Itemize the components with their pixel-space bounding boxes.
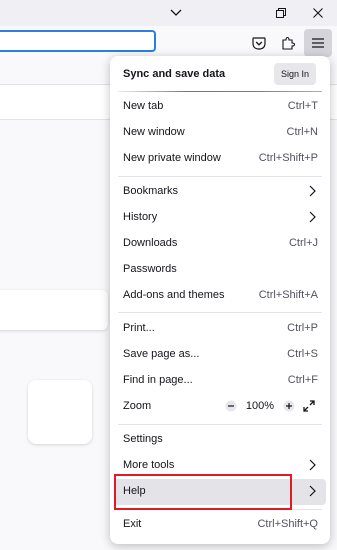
menu-item-label: Settings [123, 433, 163, 445]
menu-item-label: Zoom [123, 400, 152, 412]
menu-item-help[interactable]: Help [114, 479, 326, 505]
url-bar[interactable] [0, 30, 156, 52]
menu-separator [118, 509, 322, 510]
menu-item-new-private-window[interactable]: New private window Ctrl+Shift+P [110, 146, 330, 172]
sync-divider [118, 91, 322, 92]
menu-item-label: Help [123, 485, 146, 497]
menu-item-bookmarks[interactable]: Bookmarks [110, 179, 330, 205]
shortcut-tile[interactable] [28, 380, 92, 444]
menu-item-label: New window [123, 126, 185, 138]
zoom-in-button[interactable] [280, 397, 298, 415]
menu-item-new-window[interactable]: New window Ctrl+N [110, 120, 330, 146]
menu-item-more-tools[interactable]: More tools [110, 453, 330, 479]
title-bar [0, 0, 337, 26]
menu-item-shortcut: Ctrl+T [287, 100, 318, 112]
menu-item-save-page-as[interactable]: Save page as... Ctrl+S [110, 342, 330, 368]
menu-item-label: Downloads [123, 237, 178, 249]
menu-item-shortcut: Ctrl+Shift+Q [257, 518, 318, 530]
menu-item-shortcut: Ctrl+Shift+P [258, 152, 318, 164]
menu-item-label: Print... [123, 322, 155, 334]
chevron-right-icon [309, 485, 316, 497]
chevron-down-icon [170, 9, 182, 16]
app-menu-panel: Sync and save data Sign In New tab Ctrl+… [110, 56, 330, 544]
hamburger-menu-icon [312, 38, 324, 48]
restore-icon [276, 8, 286, 18]
menu-item-label: Save page as... [123, 348, 200, 360]
chevron-right-icon [309, 211, 316, 223]
menu-item-shortcut: Ctrl+Shift+A [258, 289, 318, 301]
menu-item-label: History [123, 211, 158, 223]
list-all-tabs-button[interactable] [158, 0, 194, 26]
menu-item-label: New tab [123, 100, 164, 112]
menu-item-exit[interactable]: Exit Ctrl+Shift+Q [110, 512, 330, 538]
navigation-toolbar [0, 26, 337, 60]
zoom-controls: 100% [222, 397, 318, 415]
menu-item-label: Add-ons and themes [123, 289, 225, 301]
chevron-right-icon [309, 185, 316, 197]
sync-section: Sync and save data Sign In [110, 56, 330, 92]
menu-item-shortcut: Ctrl+P [287, 322, 318, 334]
fullscreen-icon [303, 400, 315, 412]
close-window-button[interactable] [300, 0, 336, 26]
menu-item-print[interactable]: Print... Ctrl+P [110, 316, 330, 342]
menu-item-label: New private window [123, 152, 221, 164]
menu-item-passwords[interactable]: Passwords [110, 257, 330, 283]
chevron-right-icon [309, 459, 316, 471]
sign-in-button[interactable]: Sign In [274, 63, 316, 85]
save-to-pocket-button[interactable] [245, 29, 273, 57]
menu-item-zoom: Zoom 100% [110, 394, 330, 420]
menu-separator [118, 176, 322, 177]
menu-item-add-ons-and-themes[interactable]: Add-ons and themes Ctrl+Shift+A [110, 283, 330, 309]
menu-item-shortcut: Ctrl+N [286, 126, 318, 138]
plus-icon [283, 400, 295, 412]
zoom-level[interactable]: 100% [240, 400, 280, 412]
close-icon [313, 8, 323, 18]
restore-button[interactable] [263, 0, 299, 26]
menu-item-shortcut: Ctrl+F [287, 374, 318, 386]
extensions-button[interactable] [274, 29, 302, 57]
puzzle-piece-icon [282, 36, 295, 50]
menu-item-shortcut: Ctrl+J [288, 237, 318, 249]
menu-item-find-in-page[interactable]: Find in page... Ctrl+F [110, 368, 330, 394]
menu-item-history[interactable]: History [110, 205, 330, 231]
open-application-menu-button[interactable] [304, 29, 332, 57]
zoom-out-button[interactable] [222, 397, 240, 415]
minus-icon [225, 400, 237, 412]
pocket-icon [252, 36, 266, 50]
menu-separator [118, 312, 322, 313]
menu-item-new-tab[interactable]: New tab Ctrl+T [110, 94, 330, 120]
fullscreen-button[interactable] [300, 397, 318, 415]
menu-item-downloads[interactable]: Downloads Ctrl+J [110, 231, 330, 257]
menu-item-label: Exit [123, 518, 142, 530]
menu-item-label: Bookmarks [123, 185, 179, 197]
menu-separator [118, 424, 322, 425]
menu-item-label: More tools [123, 459, 175, 471]
content-card [0, 290, 108, 330]
menu-item-settings[interactable]: Settings [110, 427, 330, 453]
menu-item-label: Find in page... [123, 374, 193, 386]
menu-item-label: Passwords [123, 263, 177, 275]
sync-title: Sync and save data [123, 68, 226, 80]
menu-item-shortcut: Ctrl+S [287, 348, 318, 360]
